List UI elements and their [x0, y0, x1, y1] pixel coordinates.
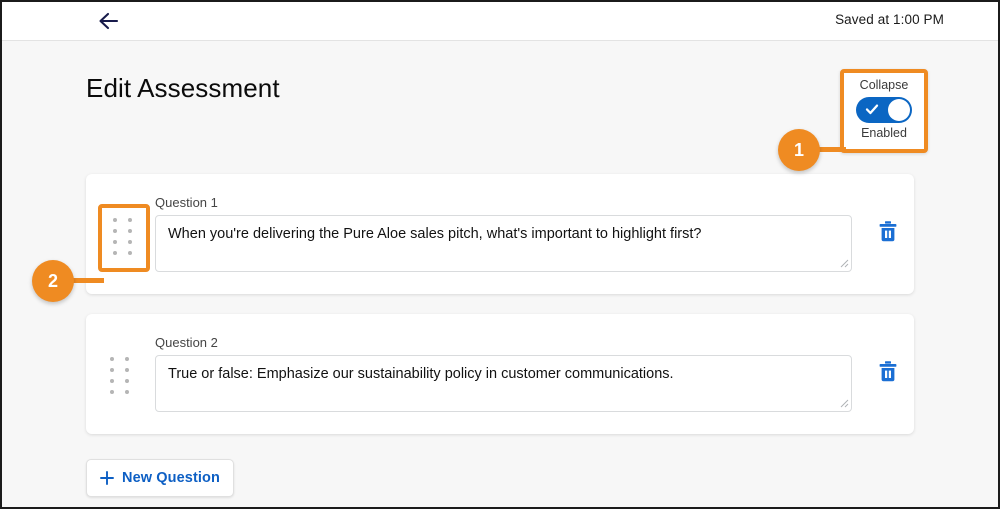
handle-dot	[113, 240, 117, 244]
delete-question-button[interactable]	[875, 218, 901, 246]
collapse-toggle-group: Collapse Enabled	[840, 69, 928, 153]
toggle-knob	[888, 99, 910, 121]
handle-dot	[124, 368, 129, 372]
handle-dot	[124, 390, 129, 394]
question-card: Question 1	[86, 174, 914, 294]
handle-dot	[127, 240, 132, 244]
handle-dot	[124, 357, 129, 361]
delete-question-button[interactable]	[875, 358, 901, 386]
handle-dot	[127, 251, 132, 255]
handle-dot	[110, 390, 114, 394]
collapse-toggle[interactable]	[856, 97, 912, 123]
check-icon	[865, 104, 879, 115]
new-question-label: New Question	[122, 470, 220, 486]
question-label: Question 2	[155, 335, 218, 350]
new-question-button[interactable]: New Question	[86, 459, 234, 497]
drag-handle-icon[interactable]	[98, 204, 150, 272]
handle-dot	[113, 218, 117, 222]
question-input[interactable]	[155, 215, 852, 272]
handle-dot	[127, 218, 132, 222]
saved-status: Saved at 1:00 PM	[835, 12, 944, 27]
collapse-label: Collapse	[859, 78, 909, 92]
callout-badge-2: 2	[32, 260, 74, 302]
question-label: Question 1	[155, 195, 218, 210]
arrow-left-icon	[99, 12, 119, 30]
question-input[interactable]	[155, 355, 852, 412]
drag-handle-icon[interactable]	[106, 354, 136, 400]
handle-dot	[110, 368, 114, 372]
handle-dot	[113, 229, 117, 233]
app-window: Saved at 1:00 PM Edit Assessment 1 Colla…	[0, 0, 1000, 509]
callout-badge-1: 1	[778, 129, 820, 171]
handle-dot	[127, 229, 132, 233]
handle-dot	[113, 251, 117, 255]
trash-icon	[879, 221, 897, 242]
page-title: Edit Assessment	[86, 73, 280, 103]
handle-dot	[110, 379, 114, 383]
back-button[interactable]	[96, 11, 122, 31]
collapse-state-label: Enabled	[861, 126, 907, 140]
question-card: Question 2	[86, 314, 914, 434]
handle-dot	[110, 357, 114, 361]
top-bar: Saved at 1:00 PM	[2, 2, 998, 41]
trash-icon	[879, 361, 897, 382]
page-body: Edit Assessment 1 Collapse Enabled 2 Que…	[2, 41, 998, 507]
plus-icon	[100, 471, 114, 485]
handle-dot	[124, 379, 129, 383]
